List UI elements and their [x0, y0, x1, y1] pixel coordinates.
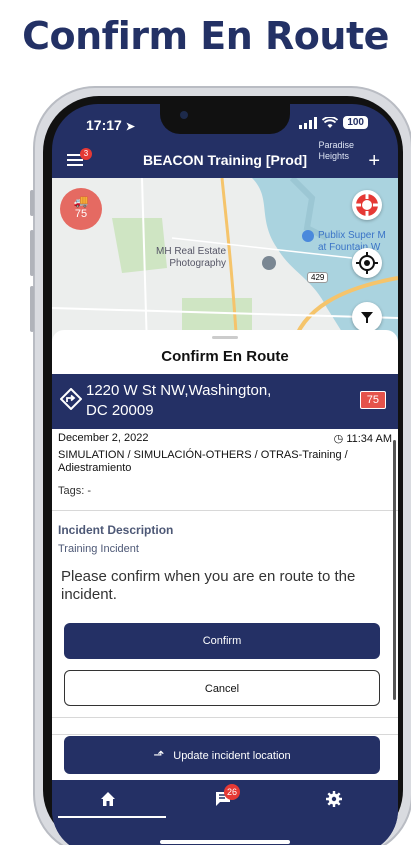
buttons-divider [52, 717, 398, 718]
confirm-button[interactable]: Confirm [64, 623, 380, 659]
map-label-real-estate-line2: Photography [169, 258, 227, 269]
volume-down-button [30, 286, 34, 332]
wifi-icon [322, 116, 339, 128]
crosshair-icon [356, 252, 378, 274]
status-time: 17:17 ➤ [86, 117, 135, 133]
truck-icon: 🚚 [73, 194, 89, 208]
road-shield: 429 [307, 272, 329, 283]
incident-datetime-row: December 2, 2022 ◷ 11:34 AM [58, 432, 392, 445]
cancel-button[interactable]: Cancel [64, 670, 380, 706]
directions-icon[interactable] [60, 388, 82, 410]
home-indicator-bar[interactable] [160, 840, 290, 844]
vehicle-unit-number: 75 [74, 208, 88, 220]
incident-description-title: Incident Description [58, 523, 174, 537]
lifebuoy-icon [356, 194, 378, 216]
publix-pin-icon [302, 230, 314, 242]
lifebuoy-help-button[interactable] [352, 190, 382, 220]
volume-up-button [30, 230, 34, 276]
incident-address: 1220 W St NW,Washington, DC 20009 [86, 381, 336, 421]
incident-date: December 2, 2022 [58, 432, 149, 444]
location-arrow-icon: ➤ [125, 121, 135, 133]
map-pin-icon [262, 256, 276, 270]
messages-badge: 26 [224, 784, 240, 800]
incident-time: 11:34 AM [346, 433, 392, 445]
update-location-label: Update incident location [173, 750, 291, 762]
tab-home[interactable] [88, 790, 128, 814]
incident-type: SIMULATION / SIMULACIÓN-OTHERS / OTRAS-T… [58, 449, 348, 474]
map-label-paradise: Paradise [318, 140, 354, 150]
map-view[interactable]: 🚚 75 MH Real Estate Photography Publix S… [52, 178, 398, 348]
vehicle-unit-marker[interactable]: 🚚 75 [60, 188, 102, 230]
map-label-real-estate-line1: MH Real Estate [156, 246, 227, 257]
address-line-2: DC 20009 [86, 402, 154, 419]
gear-icon [326, 791, 342, 807]
footer-divider [52, 734, 398, 735]
status-icons: 100 [299, 116, 368, 129]
priority-badge: 75 [359, 391, 386, 409]
map-label-publix-line1: Publix Super M [318, 230, 386, 241]
address-line-1: 1220 W St NW,Washington, [86, 382, 272, 399]
status-time-text: 17:17 [86, 117, 122, 133]
tab-messages[interactable]: 26 [204, 784, 244, 814]
app-header: 3 BEACON Training [Prod] Paradise Height… [52, 140, 398, 178]
map-label-real-estate: MH Real Estate Photography [156, 246, 226, 270]
sheet-grabber[interactable] [212, 336, 238, 339]
map-label-paradise-heights: Paradise Heights [318, 140, 354, 162]
signal-icon [299, 116, 318, 129]
locate-me-button[interactable] [352, 248, 382, 278]
bottom-tab-bar: 26 [52, 780, 398, 845]
incident-time-group: ◷ 11:34 AM [334, 432, 392, 445]
battery-icon: 100 [343, 116, 368, 129]
confirm-prompt: Please confirm when you are en route to … [61, 568, 356, 603]
incident-address-bar: 1220 W St NW,Washington, DC 20009 75 [52, 374, 398, 429]
tab-settings[interactable] [314, 790, 354, 814]
confirm-en-route-sheet: Confirm En Route 1220 W St NW,Washington… [52, 330, 398, 780]
sheet-scrollbar[interactable] [393, 440, 396, 700]
home-icon [101, 792, 115, 806]
incident-description-text: Training Incident [58, 543, 139, 555]
filter-button[interactable] [352, 302, 382, 332]
camera [180, 111, 188, 119]
section-divider [52, 510, 398, 511]
sheet-title: Confirm En Route [161, 348, 289, 365]
add-plus-icon[interactable]: + [368, 150, 380, 173]
tab-home-indicator [58, 816, 166, 818]
filter-icon [361, 312, 373, 323]
road-number: 429 [311, 273, 325, 282]
notch [160, 104, 290, 134]
incident-tags: Tags: - [58, 485, 92, 497]
clock-icon: ◷ [333, 433, 344, 445]
page-headline: Confirm En Route [22, 14, 389, 58]
silent-switch [30, 190, 34, 216]
map-label-heights: Heights [318, 151, 349, 161]
phone-screen: 17:17 ➤ 100 3 BEACON Training [Prod] Par… [52, 104, 398, 845]
update-incident-location-button[interactable]: ⬏ Update incident location [64, 736, 380, 774]
reroute-icon: ⬏ [153, 747, 165, 762]
